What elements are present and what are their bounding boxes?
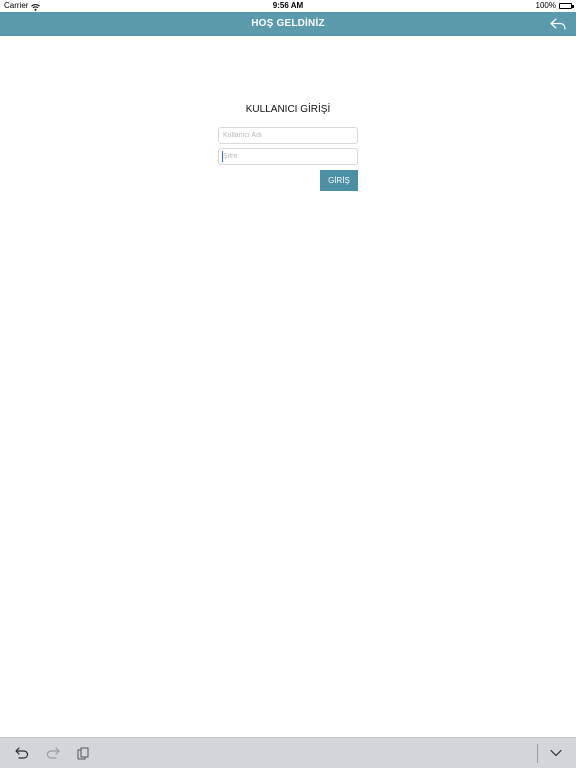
back-button[interactable]	[548, 15, 568, 33]
redo-icon	[46, 747, 60, 759]
password-input[interactable]	[218, 148, 358, 165]
navigation-bar: HOŞ GELDİNİZ	[0, 12, 576, 36]
paste-icon	[77, 747, 89, 759]
battery-percentage: 100%	[535, 1, 556, 10]
login-title: KULLANICI GİRİŞİ	[245, 104, 331, 115]
undo-icon	[15, 747, 29, 759]
login-button[interactable]: GİRİŞ	[320, 170, 358, 191]
paste-button[interactable]	[75, 745, 91, 761]
text-cursor	[222, 151, 223, 162]
redo-button[interactable]	[45, 745, 61, 761]
dismiss-keyboard-button[interactable]	[548, 745, 564, 761]
app-screen: Carrier 9:56 AM 100% HOŞ GELDİNİZ KULLAN…	[0, 0, 576, 768]
keyboard-shortcut-bar	[0, 737, 576, 768]
status-bar: Carrier 9:56 AM 100%	[0, 0, 576, 12]
shortcut-divider	[537, 744, 538, 763]
status-time: 9:56 AM	[272, 1, 304, 10]
reply-arrow-icon	[550, 18, 566, 30]
username-input[interactable]	[218, 127, 358, 144]
undo-button[interactable]	[14, 745, 30, 761]
status-right: 100%	[535, 0, 574, 12]
battery-icon	[559, 3, 574, 9]
page-title: HOŞ GELDİNİZ	[251, 18, 325, 29]
chevron-down-icon	[550, 749, 562, 757]
